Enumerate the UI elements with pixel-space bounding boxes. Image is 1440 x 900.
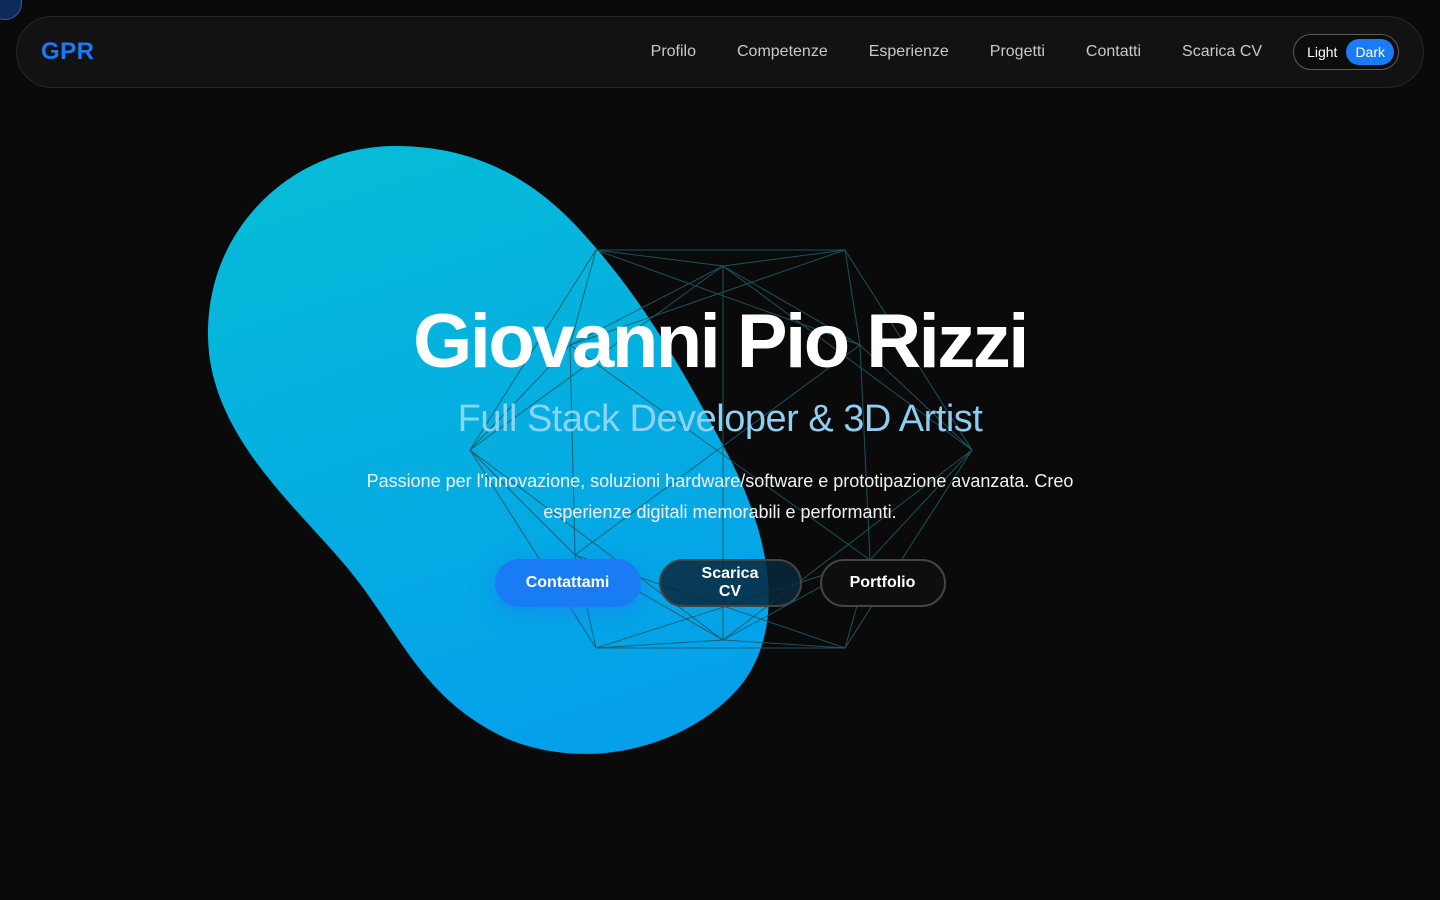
nav-link-esperienze[interactable]: Esperienze [869,43,949,61]
logo[interactable]: GPR [41,38,95,66]
nav-link-progetti[interactable]: Progetti [990,43,1045,61]
nav-link-competenze[interactable]: Competenze [737,43,828,61]
nav-link-contatti[interactable]: Contatti [1086,43,1141,61]
page: GPR Profilo Competenze Esperienze Proget… [0,0,1440,900]
hero-section: Giovanni Pio Rizzi Full Stack Developer … [0,0,1440,900]
theme-light-option[interactable]: Light [1298,39,1346,65]
hero-buttons: Contattami Scarica CV Portfolio [0,559,1440,607]
download-cv-button[interactable]: Scarica CV [658,559,802,607]
portfolio-button[interactable]: Portfolio [819,559,946,607]
nav-link-scarica-cv[interactable]: Scarica CV [1182,43,1262,61]
navbar: GPR Profilo Competenze Esperienze Proget… [16,16,1424,88]
nav-links: Profilo Competenze Esperienze Progetti C… [651,34,1399,70]
hero-description: Passione per l'innovazione, soluzioni ha… [366,471,1074,522]
hero-subtitle: Full Stack Developer & 3D Artist [0,398,1440,441]
contact-button[interactable]: Contattami [494,559,641,607]
theme-toggle[interactable]: Light Dark [1293,34,1399,70]
hero-title: Giovanni Pio Rizzi [413,299,1029,384]
nav-link-profilo[interactable]: Profilo [651,43,696,61]
theme-dark-option[interactable]: Dark [1346,39,1394,65]
